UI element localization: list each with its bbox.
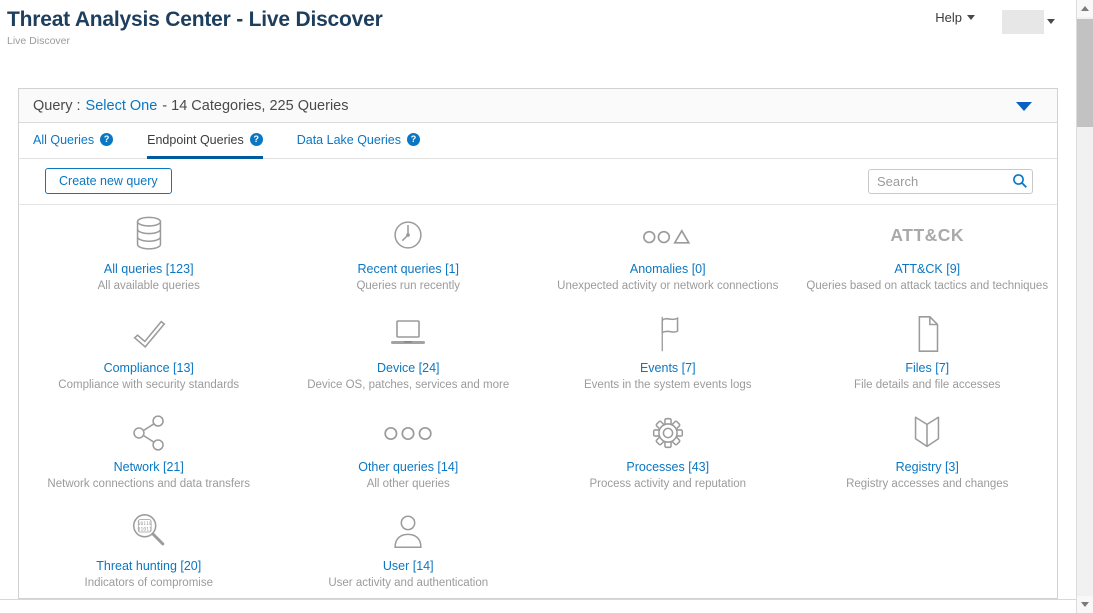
user-menu-chevron-icon[interactable]	[1047, 19, 1055, 24]
tab-label: Data Lake Queries	[297, 133, 401, 147]
help-menu[interactable]: Help	[935, 10, 975, 25]
category-description: File details and file accesses	[798, 379, 1058, 391]
scroll-down-icon	[1081, 602, 1089, 607]
flag-icon	[538, 308, 798, 360]
toolbar: Create new query	[19, 159, 1057, 205]
category-description: Events in the system events logs	[538, 379, 798, 391]
tile-anomalies[interactable]: Anomalies [0] Unexpected activity or net…	[538, 209, 798, 308]
open-book-icon	[798, 407, 1058, 459]
database-icon	[19, 209, 279, 261]
attack-logo: ATT&CK	[798, 209, 1058, 261]
help-label[interactable]: Help	[935, 10, 962, 25]
query-select-one-link[interactable]: Select One	[86, 98, 158, 114]
tab-data-lake-queries[interactable]: Data Lake Queries ?	[297, 123, 420, 159]
category-link[interactable]: Registry [3]	[798, 460, 1058, 474]
category-description: Network connections and data transfers	[19, 478, 279, 490]
category-link[interactable]: Processes [43]	[538, 460, 798, 474]
category-link[interactable]: ATT&CK [9]	[798, 262, 1058, 276]
network-share-icon	[19, 407, 279, 459]
help-icon[interactable]: ?	[100, 133, 113, 146]
query-label: Query :	[33, 98, 81, 114]
tile-other-queries[interactable]: Other queries [14] All other queries	[279, 407, 539, 506]
file-icon	[798, 308, 1058, 360]
breadcrumb: Live Discover	[7, 35, 383, 47]
category-link[interactable]: Files [7]	[798, 361, 1058, 375]
category-link[interactable]: User [14]	[279, 559, 539, 573]
search-icon[interactable]	[1012, 173, 1028, 189]
tab-endpoint-queries[interactable]: Endpoint Queries ?	[147, 123, 263, 159]
tile-user[interactable]: User [14] User activity and authenticati…	[279, 506, 539, 605]
tile-files[interactable]: Files [7] File details and file accesses	[798, 308, 1058, 407]
tab-bar: All Queries ? Endpoint Queries ? Data La…	[19, 123, 1057, 159]
search-box	[868, 169, 1033, 194]
tile-all-queries[interactable]: All queries [123] All available queries	[19, 209, 279, 308]
category-link[interactable]: Recent queries [1]	[279, 262, 539, 276]
category-description: All other queries	[279, 478, 539, 490]
category-description: Registry accesses and changes	[798, 478, 1058, 490]
category-grid: All queries [123] All available queries …	[19, 205, 1057, 605]
category-link[interactable]: Network [21]	[19, 460, 279, 474]
tile-processes[interactable]: Processes [43] Process activity and repu…	[538, 407, 798, 506]
search-input[interactable]	[868, 169, 1033, 194]
category-description: Queries run recently	[279, 280, 539, 292]
tile-recent-queries[interactable]: Recent queries [1] Queries run recently	[279, 209, 539, 308]
scroll-down-button[interactable]	[1077, 596, 1093, 613]
category-description: Compliance with security standards	[19, 379, 279, 391]
category-link[interactable]: Device [24]	[279, 361, 539, 375]
avatar[interactable]	[1002, 10, 1044, 34]
category-description: Process activity and reputation	[538, 478, 798, 490]
category-link[interactable]: Compliance [13]	[19, 361, 279, 375]
user-icon	[279, 506, 539, 558]
category-description: User activity and authentication	[279, 577, 539, 589]
attack-logo-text: ATT&CK	[890, 225, 964, 246]
tile-events[interactable]: Events [7] Events in the system events l…	[538, 308, 798, 407]
page-header: Threat Analysis Center - Live Discover L…	[7, 8, 383, 47]
vertical-scrollbar[interactable]	[1076, 0, 1093, 613]
category-description: All available queries	[19, 280, 279, 292]
laptop-icon	[279, 308, 539, 360]
category-link[interactable]: Threat hunting [20]	[19, 559, 279, 573]
binary-line-2: 01011	[137, 527, 151, 533]
page-title: Threat Analysis Center - Live Discover	[7, 8, 383, 32]
checkmark-icon	[19, 308, 279, 360]
query-summary: - 14 Categories, 225 Queries	[162, 98, 348, 114]
category-description: Indicators of compromise	[19, 577, 279, 589]
category-link[interactable]: Other queries [14]	[279, 460, 539, 474]
chevron-down-icon	[967, 15, 975, 20]
scroll-up-button[interactable]	[1077, 0, 1093, 17]
tile-attack[interactable]: ATT&CK ATT&CK [9] Queries based on attac…	[798, 209, 1058, 308]
category-description: Unexpected activity or network connectio…	[538, 280, 798, 292]
gear-icon	[538, 407, 798, 459]
tile-compliance[interactable]: Compliance [13] Compliance with security…	[19, 308, 279, 407]
category-description: Queries based on attack tactics and tech…	[798, 280, 1058, 292]
tab-label: Endpoint Queries	[147, 133, 244, 147]
clock-icon	[279, 209, 539, 261]
tile-network[interactable]: Network [21] Network connections and dat…	[19, 407, 279, 506]
tile-threat-hunting[interactable]: 10110 01011 Threat hunting [20] Indicato…	[19, 506, 279, 605]
help-icon[interactable]: ?	[250, 133, 263, 146]
category-link[interactable]: Events [7]	[538, 361, 798, 375]
binary-line-1: 10110	[137, 521, 151, 527]
collapse-chevron-icon[interactable]	[1016, 102, 1032, 111]
help-icon[interactable]: ?	[407, 133, 420, 146]
scroll-up-icon	[1081, 6, 1089, 11]
query-selector-header[interactable]: Query : Select One - 14 Categories, 225 …	[19, 89, 1057, 123]
category-link[interactable]: Anomalies [0]	[538, 262, 798, 276]
tab-label: All Queries	[33, 133, 94, 147]
category-link[interactable]: All queries [123]	[19, 262, 279, 276]
category-description: Device OS, patches, services and more	[279, 379, 539, 391]
tab-all-queries[interactable]: All Queries ?	[33, 123, 113, 159]
query-panel: Query : Select One - 14 Categories, 225 …	[18, 88, 1058, 599]
create-new-query-button[interactable]: Create new query	[45, 168, 172, 194]
magnifier-binary-icon: 10110 01011	[19, 506, 279, 558]
anomalies-shapes-icon	[538, 209, 798, 261]
three-circles-icon	[279, 407, 539, 459]
tile-device[interactable]: Device [24] Device OS, patches, services…	[279, 308, 539, 407]
scrollbar-thumb[interactable]	[1077, 19, 1093, 127]
tile-registry[interactable]: Registry [3] Registry accesses and chang…	[798, 407, 1058, 506]
